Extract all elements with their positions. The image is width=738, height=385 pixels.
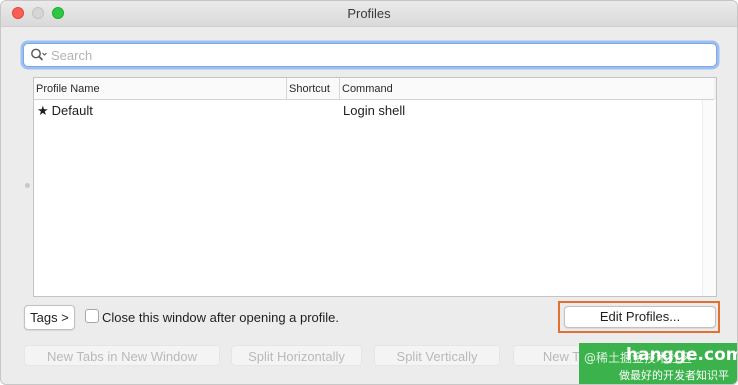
profiles-table: Profile Name Shortcut Command ★ Default L… [33,77,717,297]
watermark: @稀土掘金技术社区 hangge.com 做最好的开发者知识平台 [579,343,738,384]
close-window-checkbox-label[interactable]: Close this window after opening a profil… [102,310,339,325]
edit-profiles-button[interactable]: Edit Profiles... [564,306,716,328]
title-bar[interactable]: Profiles [1,1,737,27]
search-input[interactable] [51,46,711,64]
new-tabs-in-new-window-button[interactable]: New Tabs in New Window [24,345,220,366]
column-header-profile-name[interactable]: Profile Name [34,78,287,100]
watermark-site: hangge.com [626,345,738,365]
table-header: Profile Name Shortcut Command [34,78,716,100]
window-title: Profiles [347,6,391,21]
close-window-checkbox[interactable] [85,309,99,323]
watermark-tagline: 做最好的开发者知识平台 [619,369,729,382]
split-handle-icon[interactable] [25,183,30,188]
split-horizontally-button[interactable]: Split Horizontally [231,345,362,366]
vertical-scrollbar[interactable] [702,100,716,296]
column-header-command[interactable]: Command [340,78,716,100]
chevron-down-icon [42,52,47,56]
header-corner [714,78,716,100]
search-field[interactable] [23,43,717,67]
column-header-shortcut[interactable]: Shortcut [287,78,340,100]
profile-command-cell: Login shell [343,103,406,118]
profiles-window: Profiles Profile Name Shortcut Command ★… [0,0,738,385]
split-vertically-button[interactable]: Split Vertically [374,345,500,366]
profile-name-text: Default [51,103,93,118]
default-star-icon: ★ [37,103,49,118]
search-icon[interactable] [30,47,48,63]
table-row[interactable]: ★ Default Login shell [34,102,716,122]
tags-button[interactable]: Tags > [24,305,75,330]
profile-name-cell: ★ Default [37,103,93,119]
